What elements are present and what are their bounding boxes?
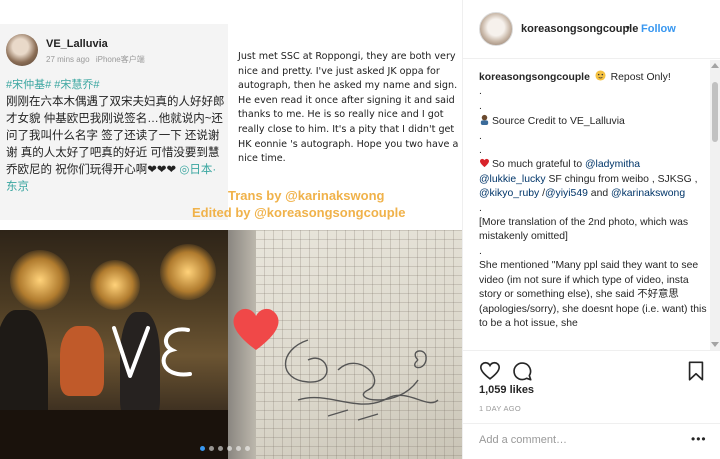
weibo-tags: #宋仲基# #宋慧乔# bbox=[6, 79, 100, 91]
table-area bbox=[0, 410, 228, 459]
weibo-avatar bbox=[6, 34, 38, 66]
mention-link[interactable]: @kikyo_ruby bbox=[479, 188, 539, 199]
account-username[interactable]: koreasongsongcouple bbox=[521, 23, 638, 35]
scroll-down-arrow-icon[interactable] bbox=[711, 342, 719, 347]
carousel-dot[interactable] bbox=[200, 446, 205, 451]
ve-watermark bbox=[112, 326, 192, 378]
blush-emoji-icon bbox=[595, 70, 606, 81]
credit-edit: Edited by @koreasongsongcouple bbox=[192, 205, 406, 220]
photo-autograph-notebook bbox=[228, 230, 462, 459]
caption-more-translation: [More translation of the 2nd photo, whic… bbox=[479, 217, 689, 243]
comments-scrollbar[interactable] bbox=[710, 60, 720, 350]
carousel-dot[interactable] bbox=[245, 446, 250, 451]
weibo-username: VE_Lalluvia bbox=[46, 38, 108, 50]
weibo-screenshot: VE_Lalluvia 27 mins ago iPhone客户端 #宋仲基# … bbox=[0, 24, 228, 220]
caption-dot: . bbox=[479, 145, 482, 157]
caption-dot: . bbox=[479, 202, 482, 214]
carousel-dot[interactable] bbox=[209, 446, 214, 451]
carousel-dot[interactable] bbox=[218, 446, 223, 451]
caption-repost-text: Repost Only! bbox=[610, 72, 671, 83]
carousel-indicator bbox=[200, 446, 250, 451]
post-image[interactable]: VE_Lalluvia 27 mins ago iPhone客户端 #宋仲基# … bbox=[0, 0, 462, 459]
caption-username[interactable]: koreasongsongcouple bbox=[479, 72, 590, 83]
post-header: koreasongsongcouple • Follow bbox=[463, 0, 720, 59]
credit-trans: Trans by @karinakswong bbox=[228, 188, 385, 203]
carousel-dot[interactable] bbox=[227, 446, 232, 451]
lamp-light bbox=[10, 250, 70, 310]
post-side-panel: koreasongsongcouple • Follow koreasongso… bbox=[462, 0, 720, 459]
caption-dot: . bbox=[479, 245, 482, 257]
caption-source: Source Credit to VE_Lalluvia bbox=[479, 114, 707, 129]
mention-link[interactable]: @karinakswong bbox=[611, 188, 685, 199]
header-separator: • bbox=[626, 22, 630, 34]
caption-mentioned: She mentioned "Many ppl said they want t… bbox=[479, 260, 707, 329]
weibo-client: iPhone客户端 bbox=[95, 55, 145, 64]
weibo-time-text: 27 mins ago bbox=[46, 55, 90, 64]
likes-count[interactable]: 1,059 likes bbox=[479, 384, 534, 396]
caption-thanks: So much grateful to @ladymitha @lukkie_l… bbox=[479, 158, 707, 201]
caption-source-text: Source Credit to VE_Lalluvia bbox=[492, 116, 625, 128]
follow-button[interactable]: Follow bbox=[641, 23, 676, 35]
caption-thanks-text: So much grateful to bbox=[492, 159, 585, 171]
caption-thanks-mid: SF chingu from weibo , SJKSG , bbox=[545, 173, 698, 185]
lamp-light bbox=[90, 260, 140, 310]
comment-bubble-icon[interactable] bbox=[511, 360, 533, 382]
save-bookmark-icon[interactable] bbox=[685, 360, 707, 382]
account-avatar[interactable] bbox=[479, 12, 513, 46]
caption-dot: . bbox=[479, 130, 482, 142]
autograph-signature bbox=[284, 339, 439, 421]
lamp-light bbox=[160, 244, 216, 300]
instagram-post-view: VE_Lalluvia 27 mins ago iPhone客户端 #宋仲基# … bbox=[0, 0, 720, 459]
more-options-icon[interactable]: ••• bbox=[691, 432, 707, 446]
scroll-thumb[interactable] bbox=[712, 82, 718, 142]
caption-dot: . bbox=[479, 86, 482, 98]
person-emoji-icon bbox=[480, 115, 489, 126]
scroll-up-arrow-icon[interactable] bbox=[711, 63, 719, 68]
heart-emoji-icon bbox=[479, 159, 490, 168]
mention-link[interactable]: @yiyi549 bbox=[545, 188, 588, 199]
add-comment-bar: ••• bbox=[463, 423, 720, 459]
caption-comments: koreasongsongcouple Repost Only! . . Sou… bbox=[479, 70, 707, 348]
caption-dot: . bbox=[479, 100, 482, 112]
post-time-ago: 1 DAY AGO bbox=[479, 404, 522, 413]
carousel-dot[interactable] bbox=[236, 446, 241, 451]
like-heart-icon[interactable] bbox=[479, 360, 501, 382]
caption-line: koreasongsongcouple Repost Only! bbox=[479, 70, 707, 85]
mention-link[interactable]: @ladymitha bbox=[585, 159, 640, 170]
weibo-time: 27 mins ago iPhone客户端 bbox=[46, 54, 145, 65]
add-comment-input[interactable] bbox=[479, 434, 679, 446]
mention-link[interactable]: @lukkie_lucky bbox=[479, 174, 546, 185]
weibo-body: 刚刚在六本木偶遇了双宋夫妇真的人好好郎才女貌 仲基欧巴我刚说签名…他就说内~还问… bbox=[6, 94, 226, 196]
caption-and: and bbox=[587, 188, 612, 200]
translation-text: Just met SSC at Roppongi, they are both … bbox=[238, 51, 459, 165]
person-figure bbox=[60, 326, 104, 396]
